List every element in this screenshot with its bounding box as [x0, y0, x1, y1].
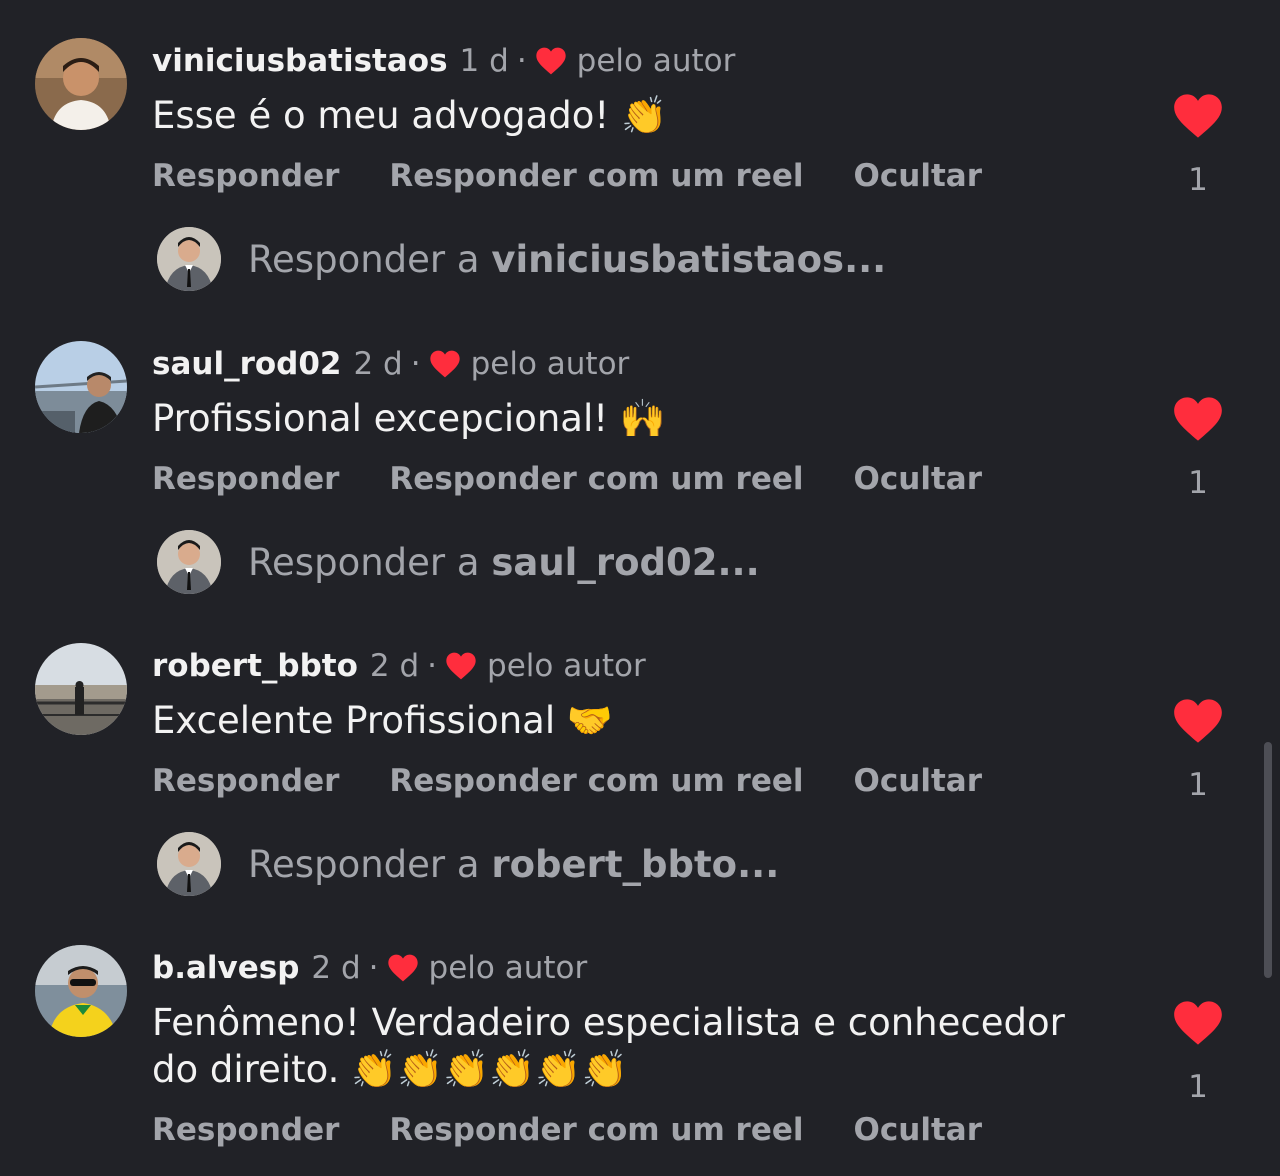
user-avatar[interactable]: [35, 945, 127, 1037]
separator-dot: ·: [427, 648, 438, 684]
current-user-avatar: [157, 832, 221, 896]
comment-meta: b.alvesp 2 d · pelo autor: [152, 947, 587, 989]
hide-button[interactable]: Ocultar: [854, 763, 982, 799]
username-link[interactable]: saul_rod02: [152, 346, 341, 382]
avatar-image: [35, 38, 127, 130]
reply-input[interactable]: Responder a viniciusbatistaos...: [248, 238, 886, 281]
comment-actions: Responder Responder com um reel Ocultar: [152, 1112, 982, 1148]
heart-filled-icon: [387, 954, 418, 982]
hide-button[interactable]: Ocultar: [854, 158, 982, 194]
reply-with-reel-button[interactable]: Responder com um reel: [389, 1112, 803, 1148]
avatar-image: [157, 227, 221, 291]
comment-actions: Responder Responder com um reel Ocultar: [152, 763, 982, 799]
reply-with-reel-button[interactable]: Responder com um reel: [389, 158, 803, 194]
reply-composer[interactable]: Responder a viniciusbatistaos...: [157, 227, 886, 291]
current-user-avatar: [157, 227, 221, 291]
author-like-label: pelo autor: [487, 648, 646, 684]
scrollbar[interactable]: [1264, 742, 1272, 978]
comment-time: 2 d: [311, 950, 361, 986]
reply-target: saul_rod02...: [491, 540, 760, 584]
username-link[interactable]: robert_bbto: [152, 648, 358, 684]
reply-prefix: Responder a: [248, 842, 480, 886]
current-user-avatar: [157, 530, 221, 594]
avatar-image: [157, 832, 221, 896]
comment-time: 2 d: [353, 346, 403, 382]
reply-with-reel-button[interactable]: Responder com um reel: [389, 461, 803, 497]
like-button[interactable]: [1172, 395, 1224, 443]
heart-filled-icon: [1174, 94, 1222, 138]
reply-with-reel-button[interactable]: Responder com um reel: [389, 763, 803, 799]
heart-filled-icon: [429, 350, 460, 378]
like-count: 1: [1188, 767, 1208, 803]
reply-button[interactable]: Responder: [152, 763, 339, 799]
comment-item: saul_rod02 2 d · pelo autor Profissional…: [0, 303, 1280, 603]
like-count: 1: [1188, 465, 1208, 501]
like-count: 1: [1188, 162, 1208, 198]
reply-button[interactable]: Responder: [152, 461, 339, 497]
like-button[interactable]: [1172, 999, 1224, 1047]
like-button[interactable]: [1172, 697, 1224, 745]
comment-item: b.alvesp 2 d · pelo autor Fenômeno! Verd…: [0, 907, 1280, 1176]
avatar-image: [157, 530, 221, 594]
username-link[interactable]: viniciusbatistaos: [152, 43, 448, 79]
heart-filled-icon: [1174, 397, 1222, 441]
user-avatar[interactable]: [35, 643, 127, 735]
comment-item: robert_bbto 2 d · pelo autor Excelente P…: [0, 605, 1280, 905]
comment-meta: robert_bbto 2 d · pelo autor: [152, 645, 646, 687]
heart-filled-icon: [1174, 1001, 1222, 1045]
comment-text: Excelente Profissional 🤝: [152, 699, 613, 742]
comment-text: Profissional excepcional! 🙌: [152, 397, 666, 440]
reply-prefix: Responder a: [248, 237, 480, 281]
heart-filled-icon: [446, 652, 476, 680]
reply-button[interactable]: Responder: [152, 1112, 339, 1148]
user-avatar[interactable]: [35, 341, 127, 433]
comment-meta: viniciusbatistaos 1 d · pelo autor: [152, 40, 735, 82]
separator-dot: ·: [368, 950, 379, 986]
comment-meta: saul_rod02 2 d · pelo autor: [152, 343, 629, 385]
reply-input[interactable]: Responder a saul_rod02...: [248, 541, 760, 584]
like-count: 1: [1188, 1069, 1208, 1105]
user-avatar[interactable]: [35, 38, 127, 130]
like-button[interactable]: [1172, 92, 1224, 140]
heart-filled-icon: [536, 47, 566, 75]
reply-target: robert_bbto...: [491, 842, 780, 886]
avatar-image: [35, 643, 127, 735]
comment-actions: Responder Responder com um reel Ocultar: [152, 461, 982, 497]
hide-button[interactable]: Ocultar: [854, 461, 982, 497]
reply-target: viniciusbatistaos...: [491, 237, 887, 281]
comment-time: 1 d: [459, 43, 509, 79]
hide-button[interactable]: Ocultar: [854, 1112, 982, 1148]
reply-composer[interactable]: Responder a saul_rod02...: [157, 530, 760, 594]
comment-actions: Responder Responder com um reel Ocultar: [152, 158, 982, 194]
author-like-label: pelo autor: [576, 43, 736, 79]
reply-button[interactable]: Responder: [152, 158, 339, 194]
comment-item: viniciusbatistaos 1 d · pelo autor Esse …: [0, 0, 1280, 300]
heart-filled-icon: [1174, 699, 1222, 743]
reply-input[interactable]: Responder a robert_bbto...: [248, 843, 779, 886]
comment-time: 2 d: [369, 648, 420, 684]
author-like-label: pelo autor: [428, 950, 588, 986]
author-like-label: pelo autor: [470, 346, 630, 382]
separator-dot: ·: [410, 346, 421, 382]
comments-screen: viniciusbatistaos 1 d · pelo autor Esse …: [0, 0, 1280, 1176]
avatar-image: [35, 341, 127, 433]
separator-dot: ·: [516, 43, 527, 79]
comment-text: Fenômeno! Verdadeiro especialista e conh…: [152, 1001, 1065, 1091]
username-link[interactable]: b.alvesp: [152, 950, 299, 986]
comment-text: Esse é o meu advogado! 👏: [152, 94, 668, 137]
reply-composer[interactable]: Responder a robert_bbto...: [157, 832, 779, 896]
reply-prefix: Responder a: [248, 540, 480, 584]
avatar-image: [35, 945, 127, 1037]
